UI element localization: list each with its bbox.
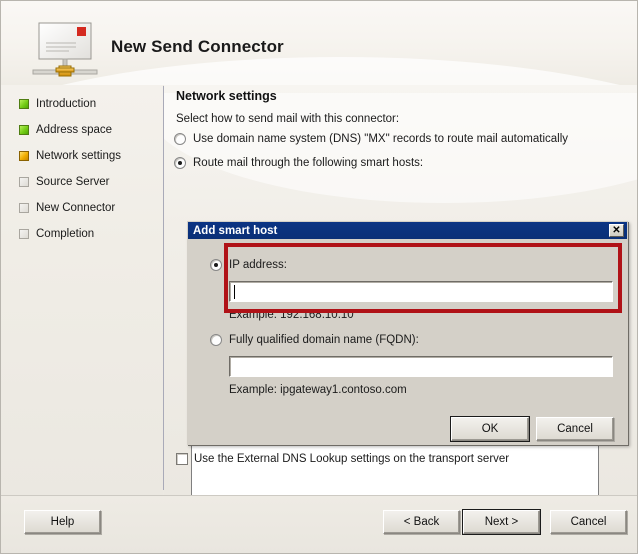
sidebar-item-label: Network settings [36, 150, 122, 162]
sidebar-item-label: Source Server [36, 176, 110, 188]
new-send-connector-window: New Send Connector Introduction Address … [0, 0, 638, 554]
sidebar-item-label: New Connector [36, 202, 116, 214]
close-icon-glyph: ✕ [612, 224, 621, 236]
sidebar-item-new-connector[interactable]: New Connector [19, 200, 115, 216]
radio-button-icon [210, 259, 222, 271]
wizard-step-list: Introduction Address space Network setti… [1, 85, 163, 495]
window-header: New Send Connector [1, 1, 637, 85]
next-button[interactable]: Next > [462, 509, 541, 535]
sidebar-item-label: Address space [36, 124, 113, 136]
page-title: New Send Connector [111, 37, 284, 56]
radio-label: Route mail through the following smart h… [193, 157, 424, 169]
radio-button-icon [174, 157, 186, 169]
help-label: Help [50, 516, 75, 528]
sidebar-item-introduction[interactable]: Introduction [19, 96, 96, 112]
help-button[interactable]: Help [24, 510, 101, 534]
sidebar-item-network-settings[interactable]: Network settings [19, 148, 121, 164]
sidebar-item-address-space[interactable]: Address space [19, 122, 112, 138]
external-dns-lookup-option[interactable]: Use the External DNS Lookup settings on … [176, 453, 509, 465]
ip-address-label: IP address: [229, 259, 287, 271]
send-connector-icon [29, 19, 101, 81]
step-status-icon [19, 151, 29, 161]
cancel-button[interactable]: Cancel [550, 510, 627, 534]
step-status-icon [19, 99, 29, 109]
dialog-ok-button[interactable]: OK [450, 416, 530, 442]
pane-instruction: Select how to send mail with this connec… [176, 113, 400, 125]
radio-label: Use domain name system (DNS) "MX" record… [193, 133, 569, 145]
content-swoosh-decoration [164, 93, 637, 203]
dialog-title-bar: Add smart host ✕ [188, 222, 627, 239]
sidebar-item-label: Completion [36, 228, 95, 240]
fqdn-label: Fully qualified domain name (FQDN): [229, 334, 419, 346]
back-button[interactable]: < Back [383, 510, 460, 534]
dialog-ok-label: OK [481, 423, 499, 435]
radio-ip-address[interactable]: IP address: [210, 259, 287, 271]
step-status-icon [19, 125, 29, 135]
checkbox-icon [176, 453, 188, 465]
fqdn-input[interactable] [229, 356, 613, 377]
ip-address-example: Example: 192.168.10.10 [229, 309, 354, 321]
external-dns-label: Use the External DNS Lookup settings on … [194, 453, 510, 465]
sidebar-item-source-server[interactable]: Source Server [19, 174, 110, 190]
radio-fqdn[interactable]: Fully qualified domain name (FQDN): [210, 334, 419, 346]
ip-address-input[interactable] [229, 281, 613, 302]
radio-button-icon [174, 133, 186, 145]
text-caret [234, 285, 235, 299]
back-label: < Back [403, 516, 440, 528]
wizard-footer: Help < Back Next > Cancel [1, 495, 637, 554]
step-status-icon [19, 203, 29, 213]
step-status-icon [19, 177, 29, 187]
radio-smart-hosts[interactable]: Route mail through the following smart h… [174, 157, 423, 169]
sidebar-item-completion[interactable]: Completion [19, 226, 94, 242]
radio-dns-mx-records[interactable]: Use domain name system (DNS) "MX" record… [174, 133, 568, 145]
dialog-cancel-button[interactable]: Cancel [536, 417, 614, 441]
sidebar-item-label: Introduction [36, 98, 97, 110]
add-smart-host-dialog: Add smart host ✕ IP address: Example: 19… [187, 221, 628, 445]
next-label: Next > [484, 516, 519, 528]
radio-button-icon [210, 334, 222, 346]
pane-title: Network settings [176, 89, 277, 103]
cancel-label: Cancel [570, 516, 607, 528]
dialog-title-text: Add smart host [193, 224, 278, 237]
fqdn-example: Example: ipgateway1.contoso.com [229, 384, 407, 396]
step-status-icon [19, 229, 29, 239]
dialog-cancel-label: Cancel [557, 423, 593, 435]
close-icon[interactable]: ✕ [609, 224, 624, 237]
